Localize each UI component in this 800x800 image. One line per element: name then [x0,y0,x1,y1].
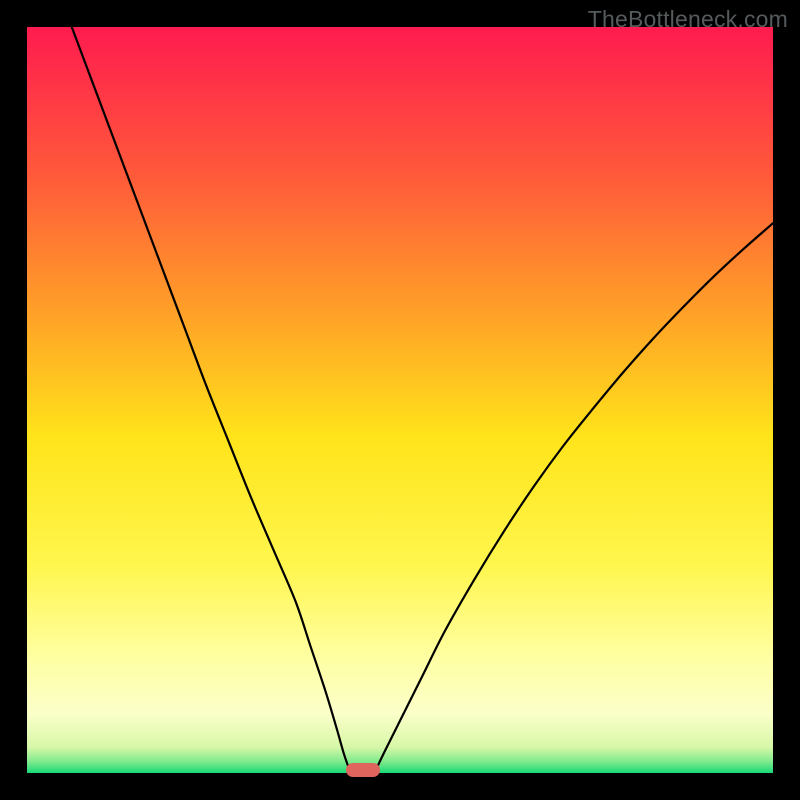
bottleneck-marker [346,763,380,777]
chart-frame: TheBottleneck.com [0,0,800,800]
curve-left-branch [72,27,350,769]
curve-right-branch [376,223,773,769]
watermark-text: TheBottleneck.com [588,6,788,33]
plot-area [27,27,773,773]
curve-layer [27,27,773,773]
